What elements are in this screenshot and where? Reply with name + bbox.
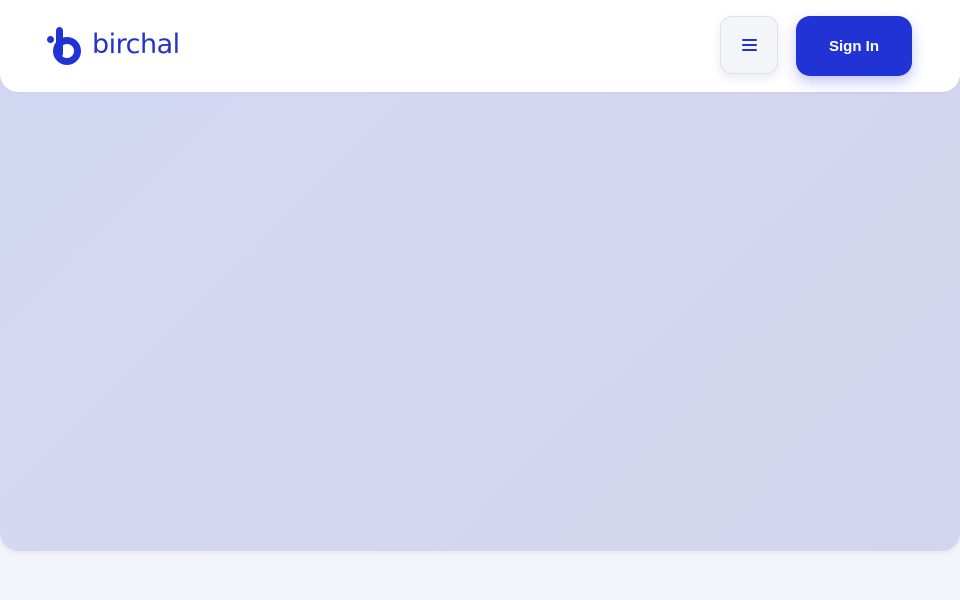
sign-in-button[interactable]: Sign In bbox=[796, 16, 912, 76]
site-header: birchal Sign In bbox=[0, 0, 960, 92]
hamburger-icon bbox=[741, 39, 757, 51]
logo-wordmark: birchal bbox=[92, 29, 180, 60]
birchal-logo-icon bbox=[47, 27, 81, 65]
page: birchal Sign In bbox=[0, 0, 960, 600]
menu-button[interactable] bbox=[720, 16, 778, 74]
birchal-logo-link[interactable]: birchal bbox=[47, 26, 180, 66]
